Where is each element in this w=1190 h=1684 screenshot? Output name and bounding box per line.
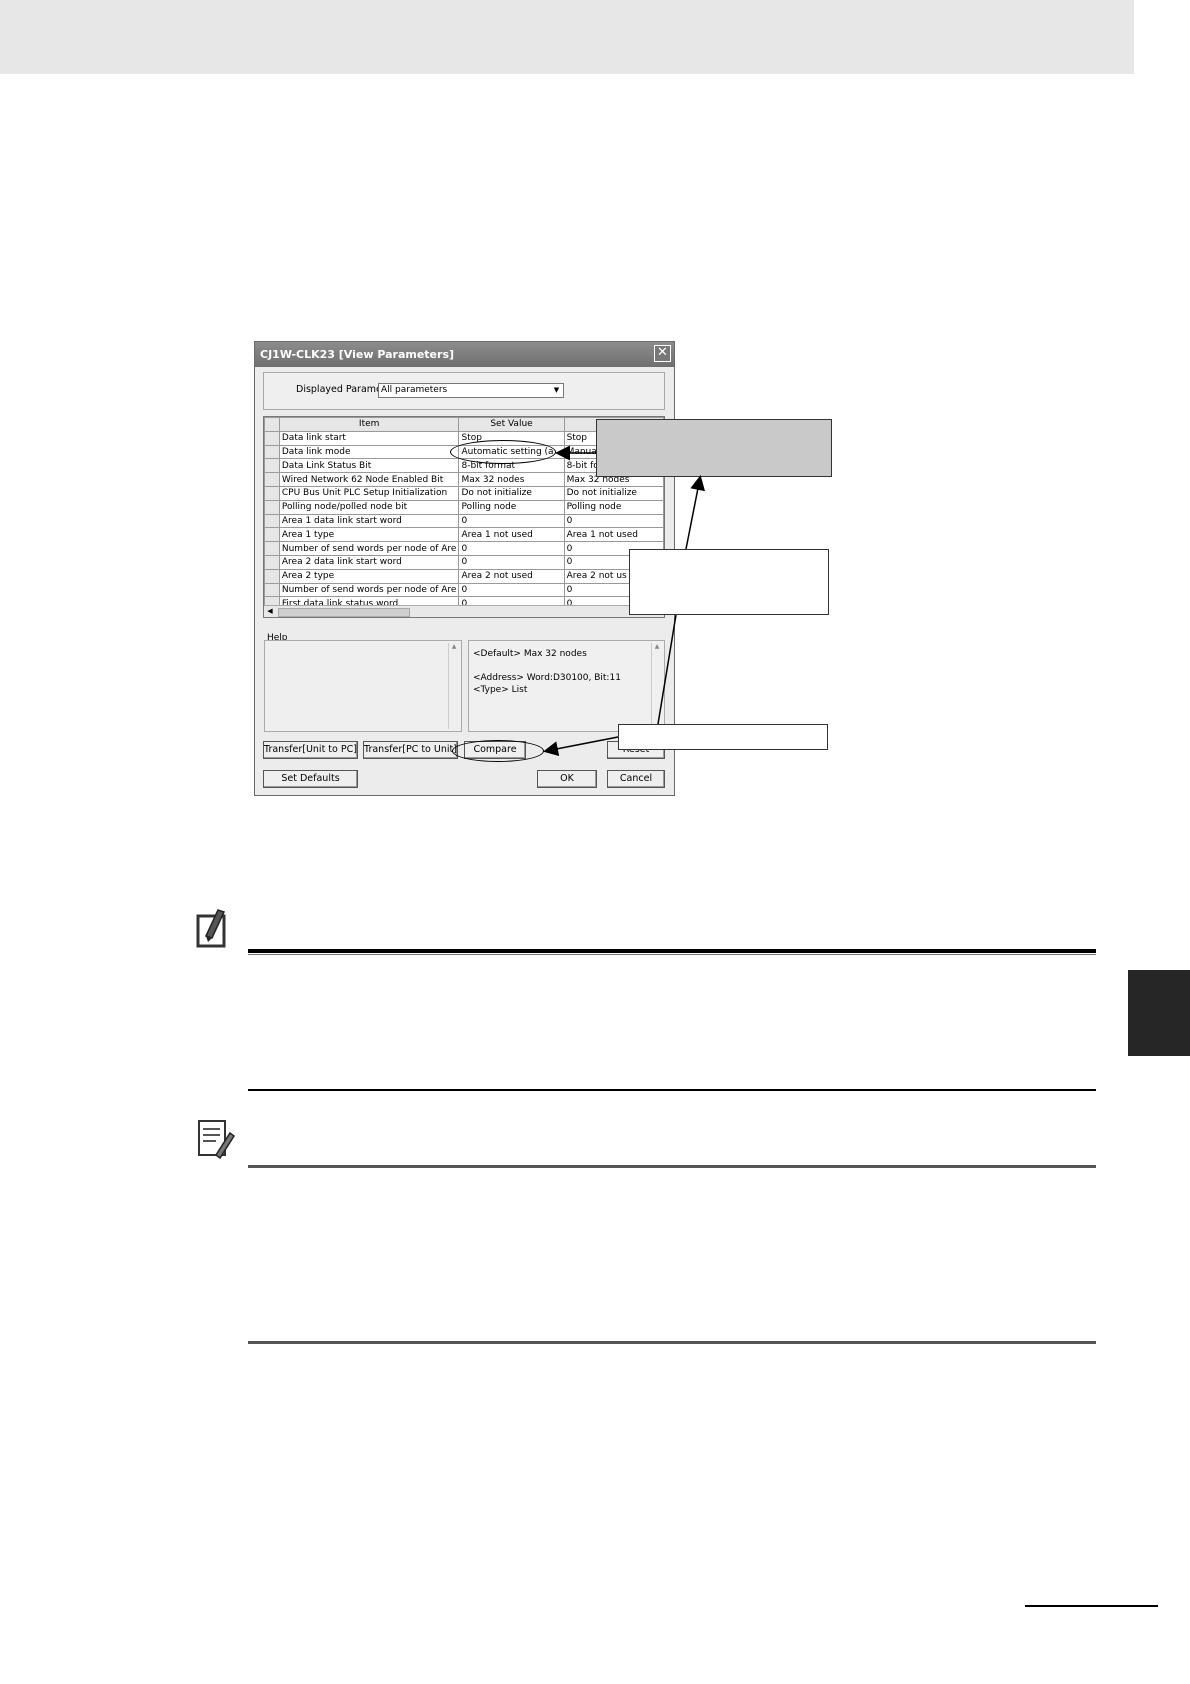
displayed-parameter-value: All parameters [381,385,448,395]
precautions-top-rule [248,949,1096,953]
help-detail-scrollbar[interactable]: ▲ [651,643,662,729]
displayed-parameter-select[interactable]: All parameters ▼ [378,383,564,398]
row-header-cell[interactable] [264,541,280,556]
set-value-cell[interactable]: 0 [458,554,565,570]
table-row[interactable]: Number of send words per node of Are 0 0 [264,582,664,598]
column-header-item[interactable]: Item [278,417,460,432]
compare-highlight-ellipse [452,740,544,762]
table-row[interactable]: Number of send words per node of Are 0 0 [264,541,664,556]
additional-info-bottom-rule [248,1341,1096,1344]
item-cell[interactable]: Number of send words per node of Are [278,582,460,598]
item-cell[interactable]: CPU Bus Unit PLC Setup Initialization [278,485,460,501]
section-tab-marker [1128,970,1190,1056]
precautions-icon [196,909,226,948]
memo-pad-icon [198,1120,236,1160]
row-header-cell[interactable] [264,458,280,474]
help-scrollbar[interactable]: ▲ [448,643,459,729]
horizontal-scrollbar[interactable]: ◀ ▶ [264,605,664,617]
set-value-highlight-ellipse [450,440,556,464]
help-address-text: <Address> Word:D30100, Bit:11 [473,673,621,683]
item-cell[interactable]: Area 1 type [278,527,460,543]
precautions-top-rule-thin [248,954,1096,955]
item-cell[interactable]: Data link mode [278,444,460,460]
callout-box-compare [618,724,828,750]
scroll-left-icon[interactable]: ◀ [264,606,276,617]
item-cell[interactable]: Area 2 type [278,568,460,584]
table-row[interactable]: Area 1 type Area 1 not used Area 1 not use… [264,527,664,543]
close-icon[interactable]: ✕ [654,345,671,362]
precautions-bottom-rule [248,1089,1096,1091]
item-cell[interactable]: Polling node/polled node bit [278,499,460,515]
help-type-text: <Type> List [473,685,528,695]
arrow-to-shaded-callout [685,475,706,550]
page-header-band [0,0,1134,74]
dialog-titlebar: CJ1W-CLK23 [View Parameters] ✕ [255,342,674,367]
page-number-rule [1025,1605,1158,1607]
read-value-cell[interactable]: Do not initialize [563,485,664,501]
read-value-cell[interactable]: Polling node [563,499,664,515]
item-cell[interactable]: Area 2 data link start word [278,554,460,570]
transfer-pc-to-unit-button[interactable]: Transfer[PC to Unit] [363,741,458,759]
read-value-cell[interactable]: 0 [563,513,664,529]
set-value-cell[interactable]: 0 [458,513,565,529]
transfer-unit-to-pc-button[interactable]: Transfer[Unit to PC] [263,741,358,759]
row-header-cell[interactable] [264,582,280,598]
row-header-cell[interactable] [264,485,280,501]
table-row[interactable]: Area 2 type Area 2 not used Area 2 not us [264,568,664,584]
table-row[interactable]: Area 2 data link start word 0 0 [264,554,664,570]
table-row[interactable]: Polling node/polled node bit Polling node… [264,499,664,515]
column-header-set-value[interactable]: Set Value [458,417,565,432]
corner-cell [264,417,280,432]
table-row[interactable]: Area 1 data link start word 0 0 [264,513,664,529]
view-parameters-dialog: CJ1W-CLK23 [View Parameters] ✕ Displayed… [254,341,675,796]
annotation-arrows [543,445,706,757]
set-value-cell[interactable]: Area 1 not used [458,527,565,543]
row-header-cell[interactable] [264,444,280,460]
table-row[interactable]: CPU Bus Unit PLC Setup Initialization Do … [264,485,664,501]
dialog-title: CJ1W-CLK23 [View Parameters] [260,348,455,361]
set-value-cell[interactable]: Do not initialize [458,485,565,501]
cancel-button[interactable]: Cancel [607,770,665,788]
row-header-cell[interactable] [264,513,280,529]
item-cell[interactable]: Data link start [278,430,460,446]
scrollbar-thumb[interactable] [278,608,410,617]
help-description-pane: ▲ [264,640,462,732]
callout-box-middle [629,549,829,615]
additional-info-top-rule [248,1165,1096,1168]
set-defaults-button[interactable]: Set Defaults [263,770,358,788]
row-header-cell[interactable] [264,472,280,487]
chevron-down-icon[interactable]: ▼ [551,385,562,396]
help-detail-pane: <Default> Max 32 nodes <Address> Word:D3… [468,640,665,732]
row-header-cell[interactable] [264,554,280,570]
row-header-cell[interactable] [264,527,280,543]
read-value-cell[interactable]: Area 1 not used [563,527,664,543]
set-value-cell[interactable]: Max 32 nodes [458,472,565,487]
row-header-cell[interactable] [264,568,280,584]
help-default-text: <Default> Max 32 nodes [473,649,587,659]
item-cell[interactable]: Wired Network 62 Node Enabled Bit [278,472,460,487]
callout-box-shaded [596,419,832,477]
set-value-cell[interactable]: 0 [458,582,565,598]
set-value-cell[interactable]: Polling node [458,499,565,515]
item-cell[interactable]: Area 1 data link start word [278,513,460,529]
row-header-cell[interactable] [264,430,280,446]
set-value-cell[interactable]: 0 [458,541,565,556]
item-cell[interactable]: Number of send words per node of Are [278,541,460,556]
item-cell[interactable]: Data Link Status Bit [278,458,460,474]
row-header-cell[interactable] [264,499,280,515]
set-value-cell[interactable]: Area 2 not used [458,568,565,584]
ok-button[interactable]: OK [537,770,597,788]
